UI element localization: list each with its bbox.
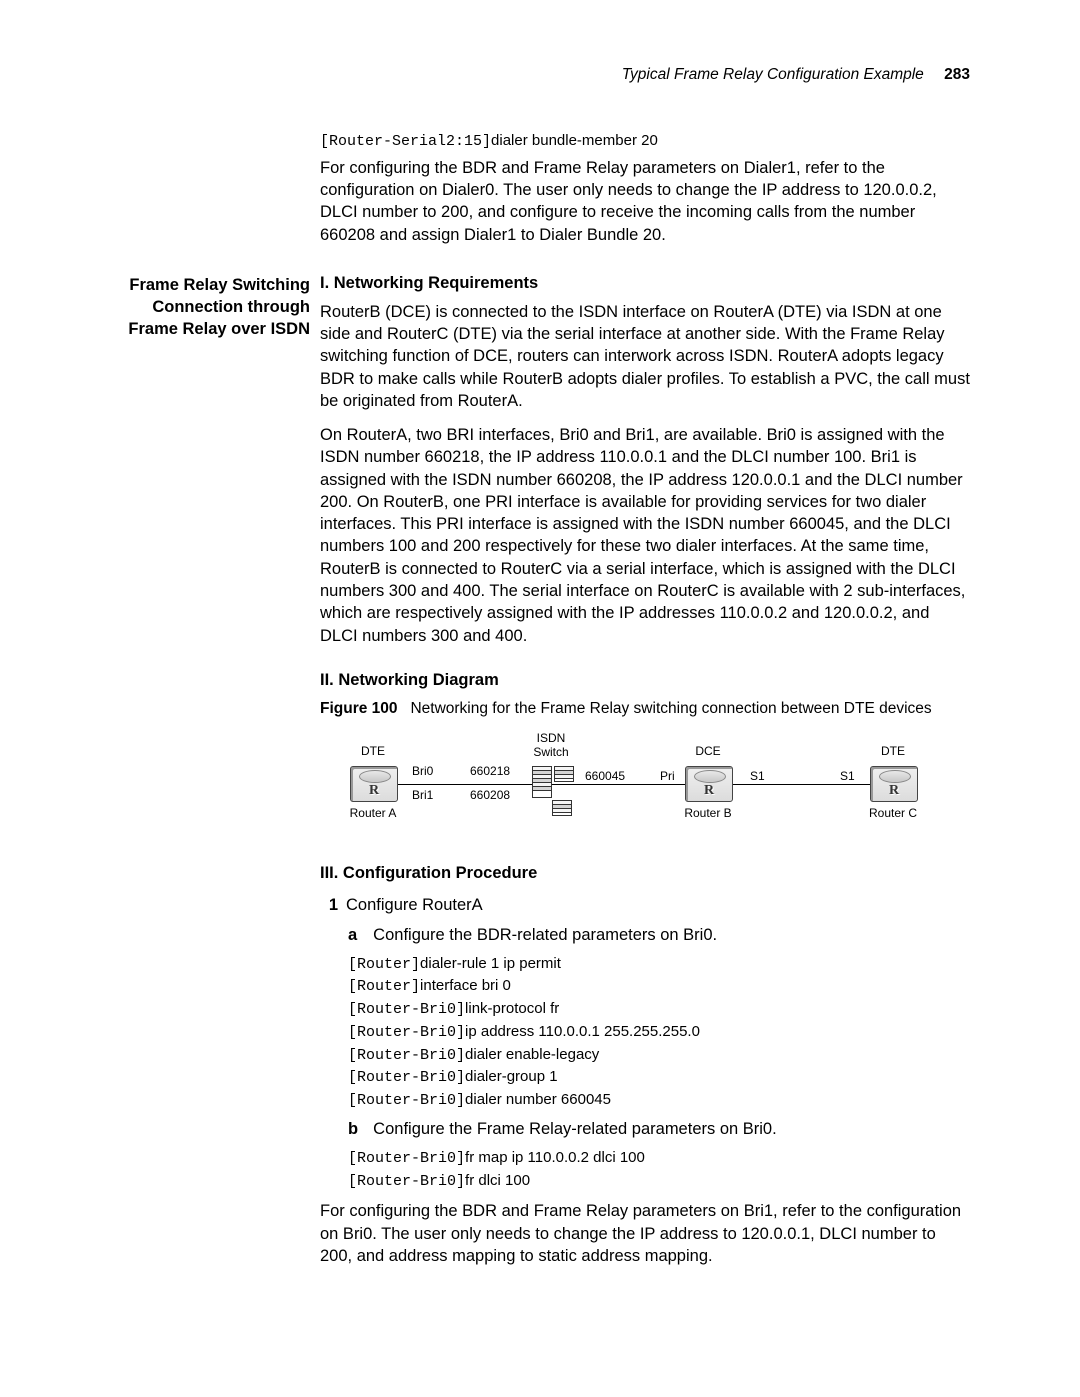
step-1a-text: Configure the BDR-related parameters on …	[373, 926, 717, 944]
router-icon: R	[870, 766, 918, 802]
code-command: dialer number 660045	[465, 1091, 611, 1108]
label-bri0: Bri0	[412, 764, 433, 778]
code-prompt: [Router-Bri0]	[348, 1024, 465, 1041]
code-prompt: [Router-Bri0]	[348, 1173, 465, 1190]
step-1a: a Configure the BDR-related parameters o…	[348, 926, 970, 945]
router-a-role: DTE	[350, 744, 396, 758]
isdn-switch-role: ISDN Switch	[528, 732, 574, 760]
label-c-s1: S1	[840, 769, 855, 783]
step-1b-code: [Router-Bri0]fr map ip 110.0.0.2 dlci 10…	[348, 1147, 970, 1193]
code-command: fr dlci 100	[465, 1172, 530, 1189]
figure-caption: Figure 100 Networking for the Frame Rela…	[320, 700, 970, 718]
code-line: [Router-Bri0]fr map ip 110.0.0.2 dlci 10…	[348, 1147, 970, 1170]
intro-code-line: [Router-Serial2:15]dialer bundle-member …	[320, 130, 970, 153]
step-1a-code: [Router]dialer-rule 1 ip permit[Router]i…	[348, 953, 970, 1112]
running-header: Typical Frame Relay Configuration Exampl…	[110, 66, 970, 84]
router-a-name: Router A	[333, 806, 413, 820]
label-bri1: Bri1	[412, 788, 433, 802]
subhead-requirements: I. Networking Requirements	[320, 274, 970, 293]
intro-paragraph: For configuring the BDR and Frame Relay …	[320, 157, 970, 246]
req-paragraph-1: RouterB (DCE) is connected to the ISDN i…	[320, 301, 970, 412]
label-num0: 660218	[470, 764, 510, 778]
code-command: ip address 110.0.0.1 255.255.255.0	[465, 1023, 700, 1040]
link-line	[396, 784, 870, 785]
code-line: [Router-Bri0]link-protocol fr	[348, 998, 970, 1021]
step-1b: b Configure the Frame Relay-related para…	[348, 1120, 970, 1139]
code-line: [Router-Bri0]dialer number 660045	[348, 1089, 970, 1112]
router-icon: R	[350, 766, 398, 802]
router-c-role: DTE	[870, 744, 916, 758]
code-prompt: [Router-Bri0]	[348, 1069, 465, 1086]
document-page: Typical Frame Relay Configuration Exampl…	[0, 0, 1080, 1359]
req-paragraph-2: On RouterA, two BRI interfaces, Bri0 and…	[320, 424, 970, 647]
step-1: 1 Configure RouterA	[320, 893, 970, 918]
code-prompt: [Router]	[348, 956, 420, 973]
label-switch-num: 660045	[585, 769, 625, 783]
code-command: interface bri 0	[420, 977, 511, 994]
router-c-icon: DTE R Router C	[870, 766, 916, 802]
isdn-switch-icon: ISDN Switch	[530, 766, 576, 800]
code-command: dialer enable-legacy	[465, 1046, 599, 1063]
code-line: [Router-Bri0]ip address 110.0.0.1 255.25…	[348, 1021, 970, 1044]
code-prompt: [Router-Bri0]	[348, 1001, 465, 1018]
content-column: [Router-Serial2:15]dialer bundle-member …	[320, 130, 970, 1267]
code-prompt: [Router]	[348, 978, 420, 995]
code-prompt: [Router-Bri0]	[348, 1047, 465, 1064]
figure-number: Figure 100	[320, 700, 398, 717]
side-heading: Frame Relay Switching Connection through…	[110, 274, 310, 341]
code-line: [Router-Bri0]dialer-group 1	[348, 1066, 970, 1089]
subhead-config: III. Configuration Procedure	[320, 864, 970, 883]
router-b-name: Router B	[668, 806, 748, 820]
code-line: [Router]dialer-rule 1 ip permit	[348, 953, 970, 976]
step-text: Configure RouterA	[346, 896, 483, 914]
page-number: 283	[944, 66, 970, 83]
code-command: fr map ip 110.0.0.2 dlci 100	[465, 1149, 645, 1166]
network-diagram: DTE R Router A Bri0 Bri1 660218 660208 I…	[350, 736, 920, 840]
code-prompt: [Router-Bri0]	[348, 1150, 465, 1167]
code-line: [Router-Bri0]fr dlci 100	[348, 1170, 970, 1193]
section-fr-switching: Frame Relay Switching Connection through…	[320, 274, 970, 1267]
step-letter: a	[348, 926, 364, 945]
router-a-icon: DTE R Router A	[350, 766, 396, 802]
figure-caption-text: Networking for the Frame Relay switching…	[410, 700, 931, 717]
router-c-name: Router C	[853, 806, 933, 820]
router-b-icon: DCE R Router B	[685, 766, 731, 802]
code-command: dialer-rule 1 ip permit	[420, 955, 561, 972]
label-num1: 660208	[470, 788, 510, 802]
step-number: 1	[320, 893, 338, 918]
code-line: [Router]interface bri 0	[348, 975, 970, 998]
header-title: Typical Frame Relay Configuration Exampl…	[622, 66, 924, 83]
tail-paragraph: For configuring the BDR and Frame Relay …	[320, 1200, 970, 1267]
code-command: dialer-group 1	[465, 1068, 558, 1085]
code-command: link-protocol fr	[465, 1000, 559, 1017]
code-command: dialer bundle-member 20	[491, 132, 658, 149]
subhead-diagram: II. Networking Diagram	[320, 671, 970, 690]
step-letter: b	[348, 1120, 364, 1139]
code-line: [Router-Bri0]dialer enable-legacy	[348, 1044, 970, 1067]
router-b-role: DCE	[685, 744, 731, 758]
label-b-s1: S1	[750, 769, 765, 783]
code-prompt: [Router-Bri0]	[348, 1092, 465, 1109]
code-prompt: [Router-Serial2:15]	[320, 133, 491, 150]
router-icon: R	[685, 766, 733, 802]
label-pri: Pri	[660, 769, 675, 783]
step-1b-text: Configure the Frame Relay-related parame…	[373, 1120, 777, 1138]
